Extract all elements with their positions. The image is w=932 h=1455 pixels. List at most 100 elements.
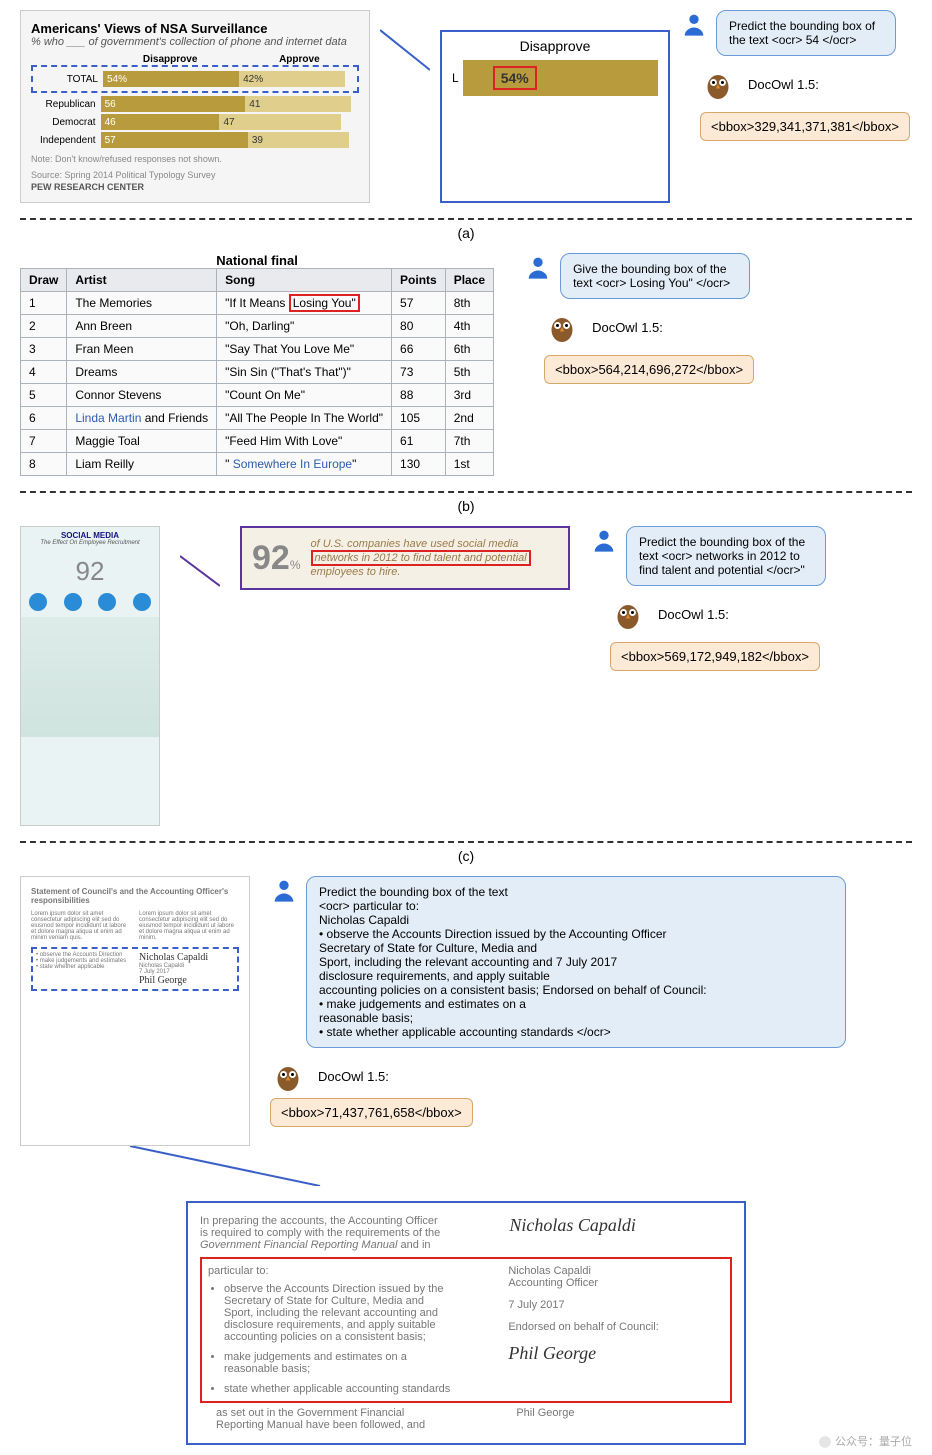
cell-artist: Connor Stevens — [67, 384, 217, 407]
info-title: SOCIAL MEDIA — [21, 527, 159, 540]
user-prompt-d: Predict the bounding box of the text <oc… — [306, 876, 846, 1048]
signer-name: Phil George — [516, 1407, 732, 1419]
signer-role: Accounting Officer — [508, 1277, 724, 1289]
bar-approve: 39 — [248, 132, 349, 148]
chart-source: Source: Spring 2014 Political Typology S… — [31, 170, 359, 180]
zoom-pct: % — [290, 558, 301, 572]
highlighted-region: particular to: observe the Accounts Dire… — [200, 1257, 732, 1403]
highlighted-text: Losing You" — [289, 294, 360, 312]
row-label: TOTAL — [35, 74, 103, 85]
nsa-chart: Americans' Views of NSA Surveillance % w… — [20, 10, 370, 203]
table-caption: National final — [20, 253, 494, 268]
table-row: 4Dreams"Sin Sin ("That's That")"735th — [21, 361, 494, 384]
bar-disapprove: 56 — [101, 96, 246, 112]
bar-approve: 41 — [245, 96, 351, 112]
cell-song: "Oh, Darling" — [217, 315, 392, 338]
cell-place: 3rd — [445, 384, 493, 407]
cell-place: 8th — [445, 292, 493, 315]
artist-link[interactable]: Linda Martin — [75, 411, 141, 425]
song-quote: " — [225, 457, 233, 471]
song-text: "If It Means — [225, 296, 289, 310]
bline: Sport, including the relevant accounting… — [224, 1307, 438, 1319]
cell-artist: Maggie Toal — [67, 430, 217, 453]
cell-points: 66 — [392, 338, 446, 361]
table-row: 3Fran Meen"Say That You Love Me"666th — [21, 338, 494, 361]
artist-suffix: and Friends — [141, 411, 208, 425]
bullet-item: make judgements and estimates on a reaso… — [224, 1351, 488, 1375]
info-subtitle: The Effect On Employee Recruitment — [21, 540, 159, 546]
cell-artist: Liam Reilly — [67, 453, 217, 476]
model-name-label: DocOwl 1.5: — [592, 320, 663, 335]
zoom-text: of U.S. companies have used social media… — [311, 538, 531, 578]
bline: reasonable basis; — [224, 1363, 310, 1375]
table-row: 2Ann Breen"Oh, Darling"804th — [21, 315, 494, 338]
national-final-table-wrap: National final Draw Artist Song Points P… — [20, 253, 494, 476]
user-prompt-a: Predict the bounding box of the text <oc… — [716, 10, 896, 56]
row-label: Republican — [31, 99, 101, 110]
divider — [20, 218, 912, 220]
cell-song: "If It Means Losing You" — [217, 292, 392, 315]
bar-disapprove: 54% — [103, 71, 239, 87]
italic-text: Government Financial Reporting Manual — [200, 1239, 398, 1251]
cell-points: 61 — [392, 430, 446, 453]
chart-title: Americans' Views of NSA Surveillance — [31, 21, 359, 36]
cell-song: "Sin Sin ("That's That")" — [217, 361, 392, 384]
th-place: Place — [445, 269, 493, 292]
bar-row: Democrat 4647 — [31, 114, 359, 130]
model-name-label: DocOwl 1.5: — [318, 1069, 389, 1084]
cell-song: "All The People In The World" — [217, 407, 392, 430]
text: and in — [398, 1239, 431, 1251]
zoom-panel-a: Disapprove L 54% — [440, 30, 670, 203]
highlighted-text: networks in 2012 to find talent and pote… — [311, 550, 531, 566]
cell-draw: 8 — [21, 453, 67, 476]
owl-icon — [610, 596, 646, 632]
signature-image: Phil George — [508, 1343, 724, 1364]
zoom-panel-c: 92% of U.S. companies have used social m… — [240, 526, 570, 590]
bline: disclosure requirements, and apply suita… — [224, 1319, 436, 1331]
cell-artist: Fran Meen — [67, 338, 217, 361]
cell-draw: 1 — [21, 292, 67, 315]
cell-song: "Feed Him With Love" — [217, 430, 392, 453]
user-icon — [680, 10, 708, 38]
zoom-number: 92 — [252, 539, 290, 577]
callout-arrow-icon — [380, 10, 430, 90]
row-label: Independent — [31, 135, 101, 146]
bullet-item: state whether applicable accounting stan… — [224, 1383, 488, 1395]
table-row: 7Maggie Toal"Feed Him With Love"617th — [21, 430, 494, 453]
chart-header: Disapprove Approve — [31, 54, 359, 65]
chart-subtitle: % who ___ of government's collection of … — [31, 36, 359, 48]
cell-artist: Dreams — [67, 361, 217, 384]
info-circles — [21, 593, 159, 611]
cell-points: 80 — [392, 315, 446, 338]
bar-disapprove: 57 — [101, 132, 248, 148]
divider — [20, 841, 912, 843]
signer-name: Nicholas Capaldi — [508, 1265, 724, 1277]
watermark: 公众号：量子位 — [818, 1433, 912, 1449]
bullet-item: observe the Accounts Direction issued by… — [224, 1283, 488, 1343]
cell-song: "Say That You Love Me" — [217, 338, 392, 361]
model-output-a: <bbox>329,341,371,381</bbox> — [700, 112, 910, 141]
national-final-table: Draw Artist Song Points Place 1 The Memo… — [20, 268, 494, 476]
bar-row: Independent 5739 — [31, 132, 359, 148]
model-name-label: DocOwl 1.5: — [748, 77, 819, 92]
doc-title: Statement of Council's and the Accountin… — [31, 887, 239, 905]
doc-highlight-region: • observe the Accounts Direction• make j… — [31, 947, 239, 991]
cell-draw: 7 — [21, 430, 67, 453]
sign-date: 7 July 2017 — [508, 1299, 724, 1311]
cell-points: 88 — [392, 384, 446, 407]
section-d: Statement of Council's and the Accountin… — [0, 866, 932, 1455]
cell-points: 105 — [392, 407, 446, 430]
table-header-row: Draw Artist Song Points Place — [21, 269, 494, 292]
cell-place: 7th — [445, 430, 493, 453]
song-link[interactable]: Somewhere In Europe — [233, 457, 352, 471]
cell-points: 73 — [392, 361, 446, 384]
table-row: 5Connor Stevens"Count On Me"883rd — [21, 384, 494, 407]
table-row: 1 The Memories "If It Means Losing You" … — [21, 292, 494, 315]
zoom-title: Disapprove — [452, 38, 658, 54]
bline: make judgements and estimates on a — [224, 1351, 407, 1363]
bline: state whether applicable accounting stan… — [224, 1383, 450, 1395]
section-label-a: (a) — [0, 225, 932, 241]
section-label-c: (c) — [0, 848, 932, 864]
cell-place: 4th — [445, 315, 493, 338]
header-disapprove: Disapprove — [101, 54, 240, 65]
